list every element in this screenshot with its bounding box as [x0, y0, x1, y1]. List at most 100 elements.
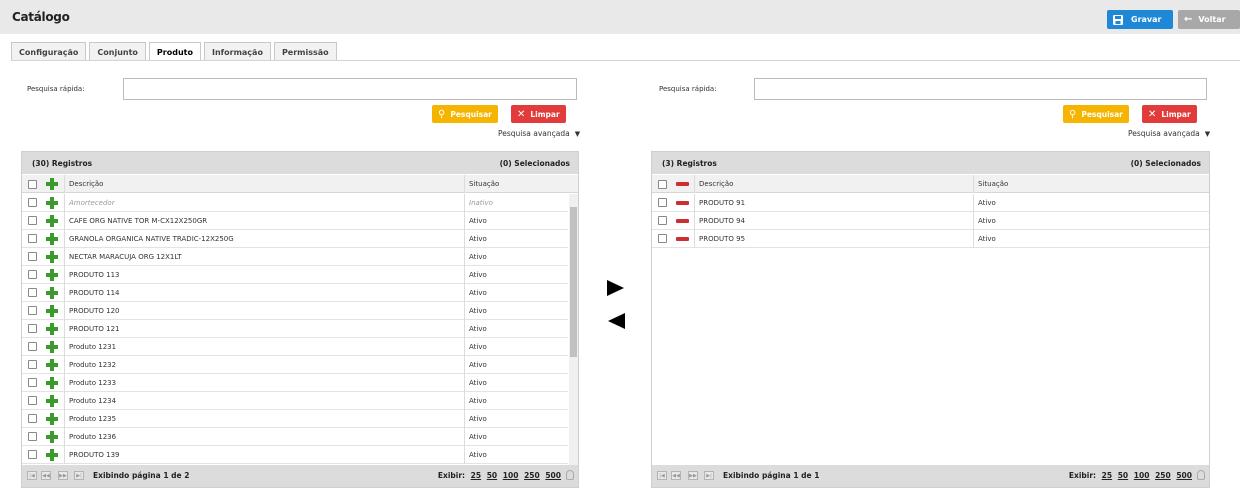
row-checkbox[interactable] [28, 288, 37, 297]
row-checkbox[interactable] [28, 252, 37, 261]
row-checkbox[interactable] [28, 198, 37, 207]
right-col-status[interactable]: Situação [978, 180, 1008, 188]
prev-page-icon[interactable]: ◀◀ [41, 471, 51, 480]
left-search-input[interactable] [123, 78, 577, 100]
right-select-all-checkbox[interactable] [658, 180, 667, 189]
page-size-50[interactable]: 50 [487, 471, 497, 480]
left-table-row[interactable]: GRANOLA ORGANICA NATIVE TRADIC-12X250G At… [22, 230, 568, 248]
tab-produto[interactable]: Produto [148, 42, 201, 61]
left-col-desc[interactable]: Descrição [69, 180, 103, 188]
tab-configuracao[interactable]: Configuração [11, 42, 87, 61]
row-checkbox[interactable] [658, 198, 667, 207]
plus-icon[interactable] [46, 431, 58, 443]
right-table-row[interactable]: PRODUTO 95 Ativo [652, 230, 1209, 248]
row-checkbox[interactable] [28, 378, 37, 387]
last-page-icon[interactable]: ▶| [704, 471, 714, 480]
left-table-row[interactable]: CAFE ORG NATIVE TOR M-CX12X250GR Ativo [22, 212, 568, 230]
row-checkbox[interactable] [28, 234, 37, 243]
left-table-row[interactable]: Amortecedor Inativo [22, 194, 568, 212]
left-table-row[interactable]: Produto 1231 Ativo [22, 338, 568, 356]
plus-icon[interactable] [46, 305, 58, 317]
minus-icon[interactable] [676, 219, 689, 223]
left-table-row[interactable]: PRODUTO 114 Ativo [22, 284, 568, 302]
plus-icon[interactable] [46, 395, 58, 407]
right-table-row[interactable]: PRODUTO 94 Ativo [652, 212, 1209, 230]
row-checkbox[interactable] [28, 324, 37, 333]
left-table-row[interactable]: PRODUTO 120 Ativo [22, 302, 568, 320]
left-table-row[interactable]: NECTAR MARACUJA ORG 12X1LT Ativo [22, 248, 568, 266]
right-col-desc[interactable]: Descrição [699, 180, 733, 188]
left-col-status[interactable]: Situação [469, 180, 499, 188]
back-button[interactable]: ← Voltar [1178, 10, 1240, 29]
tab-informacao[interactable]: Informação [203, 42, 271, 61]
tab-conjunto[interactable]: Conjunto [89, 42, 146, 61]
plus-icon[interactable] [46, 377, 58, 389]
plus-icon[interactable] [46, 359, 58, 371]
page-size-100[interactable]: 100 [1134, 471, 1150, 480]
row-checkbox[interactable] [28, 396, 37, 405]
minus-icon[interactable] [676, 201, 689, 205]
page-size-50[interactable]: 50 [1118, 471, 1128, 480]
left-table-row[interactable]: Produto 1236 Ativo [22, 428, 568, 446]
left-advanced-search[interactable]: Pesquisa avançada ▼ [498, 129, 580, 138]
page-size-500[interactable]: 500 [1176, 471, 1192, 480]
row-checkbox[interactable] [28, 414, 37, 423]
save-button[interactable]: Gravar [1107, 10, 1173, 29]
plus-icon[interactable] [46, 287, 58, 299]
right-search-input[interactable] [754, 78, 1207, 100]
page-size-25[interactable]: 25 [471, 471, 481, 480]
first-page-icon[interactable]: |◀ [657, 471, 667, 480]
last-page-icon[interactable]: ▶| [74, 471, 84, 480]
row-checkbox[interactable] [28, 432, 37, 441]
next-page-icon[interactable]: ▶▶ [58, 471, 68, 480]
plus-icon[interactable] [46, 341, 58, 353]
left-table-row[interactable]: Produto 1232 Ativo [22, 356, 568, 374]
move-left-icon[interactable] [608, 313, 625, 329]
row-checkbox[interactable] [28, 342, 37, 351]
left-clear-button[interactable]: ✕ Limpar [511, 105, 566, 123]
plus-icon[interactable] [46, 269, 58, 281]
row-checkbox[interactable] [28, 270, 37, 279]
right-table-row[interactable]: PRODUTO 91 Ativo [652, 194, 1209, 212]
row-checkbox[interactable] [28, 306, 37, 315]
minus-icon[interactable] [676, 182, 689, 186]
left-table-row[interactable]: Produto 1233 Ativo [22, 374, 568, 392]
left-table-row[interactable]: Produto 1235 Ativo [22, 410, 568, 428]
tab-permissao[interactable]: Permissão [273, 42, 337, 61]
page-size-100[interactable]: 100 [503, 471, 519, 480]
left-select-all-checkbox[interactable] [28, 180, 37, 189]
row-checkbox[interactable] [28, 450, 37, 459]
row-checkbox[interactable] [28, 216, 37, 225]
move-right-icon[interactable] [607, 280, 624, 296]
plus-icon[interactable] [46, 215, 58, 227]
page-size-500[interactable]: 500 [545, 471, 561, 480]
lightbulb-icon[interactable] [1197, 470, 1205, 480]
next-page-icon[interactable]: ▶▶ [688, 471, 698, 480]
row-checkbox[interactable] [28, 360, 37, 369]
plus-icon[interactable] [46, 178, 58, 190]
plus-icon[interactable] [46, 197, 58, 209]
minus-icon[interactable] [676, 237, 689, 241]
row-checkbox[interactable] [658, 234, 667, 243]
lightbulb-icon[interactable] [566, 470, 574, 480]
first-page-icon[interactable]: |◀ [27, 471, 37, 480]
left-table-row[interactable]: PRODUTO 121 Ativo [22, 320, 568, 338]
left-table-row[interactable]: Produto 1234 Ativo [22, 392, 568, 410]
left-table-row[interactable]: PRODUTO 113 Ativo [22, 266, 568, 284]
left-scrollbar-thumb[interactable] [570, 207, 577, 357]
page-size-250[interactable]: 250 [524, 471, 540, 480]
right-search-button[interactable]: ⚲ Pesquisar [1063, 105, 1129, 123]
plus-icon[interactable] [46, 251, 58, 263]
left-table-row[interactable]: PRODUTO 139 Ativo [22, 446, 568, 464]
left-search-button[interactable]: ⚲ Pesquisar [432, 105, 498, 123]
page-size-250[interactable]: 250 [1155, 471, 1171, 480]
page-size-25[interactable]: 25 [1102, 471, 1112, 480]
plus-icon[interactable] [46, 449, 58, 461]
right-clear-button[interactable]: ✕ Limpar [1142, 105, 1197, 123]
right-advanced-search[interactable]: Pesquisa avançada ▼ [1128, 129, 1210, 138]
plus-icon[interactable] [46, 233, 58, 245]
plus-icon[interactable] [46, 413, 58, 425]
row-checkbox[interactable] [658, 216, 667, 225]
plus-icon[interactable] [46, 323, 58, 335]
prev-page-icon[interactable]: ◀◀ [671, 471, 681, 480]
